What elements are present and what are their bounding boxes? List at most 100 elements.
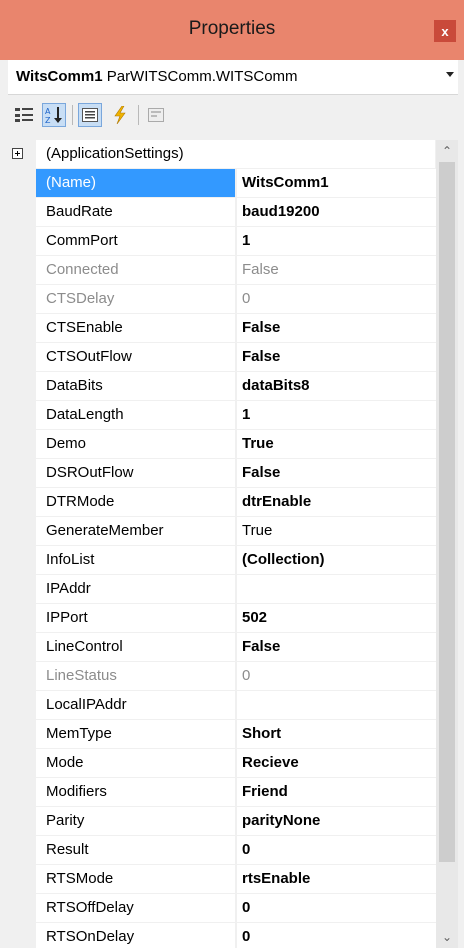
alphabetical-button[interactable]: A Z [42, 103, 66, 127]
categorized-button[interactable] [12, 103, 36, 127]
property-name[interactable]: CTSDelay [36, 285, 236, 313]
property-value[interactable]: False [237, 633, 436, 661]
property-row[interactable]: CTSOutFlow False [8, 343, 436, 372]
property-name[interactable]: RTSMode [36, 865, 236, 893]
property-row[interactable]: DataLength 1 [8, 401, 436, 430]
property-name[interactable]: InfoList [36, 546, 236, 574]
property-name[interactable]: IPPort [36, 604, 236, 632]
property-row[interactable]: DTRMode dtrEnable [8, 488, 436, 517]
vertical-scrollbar[interactable]: ⌃ ⌄ [436, 140, 458, 948]
property-value[interactable]: dataBits8 [237, 372, 436, 400]
property-value[interactable] [237, 575, 436, 603]
row-margin [8, 430, 36, 459]
property-pages-button[interactable] [144, 103, 168, 127]
object-selector-dropdown[interactable]: WitsComm1 ParWITSComm.WITSComm [8, 60, 458, 95]
property-row[interactable]: Modifiers Friend [8, 778, 436, 807]
property-name[interactable]: (Name) [36, 169, 236, 197]
property-row[interactable]: IPPort 502 [8, 604, 436, 633]
property-row[interactable]: Parity parityNone [8, 807, 436, 836]
property-value[interactable]: False [237, 256, 436, 284]
property-name[interactable]: LocalIPAddr [36, 691, 236, 719]
property-row[interactable]: BaudRate baud19200 [8, 198, 436, 227]
property-row[interactable]: (Name) WitsComm1 [8, 169, 436, 198]
property-name[interactable]: Parity [36, 807, 236, 835]
property-name[interactable]: Mode [36, 749, 236, 777]
property-value[interactable]: False [237, 343, 436, 371]
property-row[interactable]: Connected False [8, 256, 436, 285]
property-row[interactable]: Mode Recieve [8, 749, 436, 778]
property-value[interactable]: Friend [237, 778, 436, 806]
property-value[interactable]: 1 [237, 227, 436, 255]
property-name[interactable]: BaudRate [36, 198, 236, 226]
property-value[interactable]: dtrEnable [237, 488, 436, 516]
property-value[interactable]: (Collection) [237, 546, 436, 574]
property-value[interactable]: Recieve [237, 749, 436, 777]
property-name[interactable]: DataBits [36, 372, 236, 400]
property-row[interactable]: CommPort 1 [8, 227, 436, 256]
property-row[interactable]: CTSDelay 0 [8, 285, 436, 314]
property-row[interactable]: RTSOffDelay 0 [8, 894, 436, 923]
scroll-down-button[interactable]: ⌄ [436, 926, 458, 948]
property-name[interactable]: LineStatus [36, 662, 236, 690]
property-row[interactable]: IPAddr [8, 575, 436, 604]
property-value[interactable]: 0 [237, 923, 436, 948]
property-name[interactable]: Result [36, 836, 236, 864]
property-value[interactable]: rtsEnable [237, 865, 436, 893]
property-name[interactable]: CTSOutFlow [36, 343, 236, 371]
expand-icon[interactable] [12, 148, 23, 159]
property-row[interactable]: CTSEnable False [8, 314, 436, 343]
property-value[interactable]: 0 [237, 836, 436, 864]
property-value[interactable]: Short [237, 720, 436, 748]
property-row[interactable]: InfoList (Collection) [8, 546, 436, 575]
svg-text:A: A [45, 107, 51, 116]
property-row[interactable]: Demo True [8, 430, 436, 459]
property-value[interactable]: False [237, 314, 436, 342]
property-row[interactable]: Result 0 [8, 836, 436, 865]
close-button[interactable]: x [434, 20, 456, 42]
property-name[interactable]: DataLength [36, 401, 236, 429]
property-value[interactable]: parityNone [237, 807, 436, 835]
property-name[interactable]: RTSOnDelay [36, 923, 236, 948]
row-margin [8, 285, 36, 314]
property-value[interactable] [237, 691, 436, 719]
property-value[interactable]: 0 [237, 662, 436, 690]
scroll-thumb[interactable] [439, 162, 455, 862]
property-value[interactable]: False [237, 459, 436, 487]
object-selector-label: WitsComm1 ParWITSComm.WITSComm [16, 68, 298, 85]
chevron-down-icon[interactable] [446, 72, 454, 77]
property-value[interactable]: 0 [237, 894, 436, 922]
property-row[interactable]: LineControl False [8, 633, 436, 662]
property-name[interactable]: MemType [36, 720, 236, 748]
property-row[interactable]: MemType Short [8, 720, 436, 749]
property-row[interactable]: LocalIPAddr [8, 691, 436, 720]
property-value[interactable]: 0 [237, 285, 436, 313]
property-name[interactable]: RTSOffDelay [36, 894, 236, 922]
property-row[interactable]: RTSMode rtsEnable [8, 865, 436, 894]
property-value[interactable]: baud19200 [237, 198, 436, 226]
properties-button[interactable] [78, 103, 102, 127]
property-row[interactable]: DSROutFlow False [8, 459, 436, 488]
property-name[interactable]: Demo [36, 430, 236, 458]
property-name[interactable]: Modifiers [36, 778, 236, 806]
property-value[interactable]: WitsComm1 [237, 169, 436, 197]
property-row[interactable]: GenerateMember True [8, 517, 436, 546]
property-name[interactable]: CommPort [36, 227, 236, 255]
category-row[interactable]: (ApplicationSettings) [8, 140, 436, 169]
property-value[interactable]: 1 [237, 401, 436, 429]
property-name[interactable]: Connected [36, 256, 236, 284]
property-row[interactable]: DataBits dataBits8 [8, 372, 436, 401]
property-name[interactable]: GenerateMember [36, 517, 236, 545]
property-value[interactable]: True [237, 517, 436, 545]
scroll-up-button[interactable]: ⌃ [436, 140, 458, 162]
property-name[interactable]: LineControl [36, 633, 236, 661]
title-bar[interactable]: Properties x [0, 0, 464, 60]
events-button[interactable] [108, 103, 132, 127]
property-row[interactable]: RTSOnDelay 0 [8, 923, 436, 948]
property-value[interactable]: True [237, 430, 436, 458]
property-value[interactable]: 502 [237, 604, 436, 632]
property-row[interactable]: LineStatus 0 [8, 662, 436, 691]
property-name[interactable]: DSROutFlow [36, 459, 236, 487]
property-name[interactable]: DTRMode [36, 488, 236, 516]
property-name[interactable]: IPAddr [36, 575, 236, 603]
property-name[interactable]: CTSEnable [36, 314, 236, 342]
